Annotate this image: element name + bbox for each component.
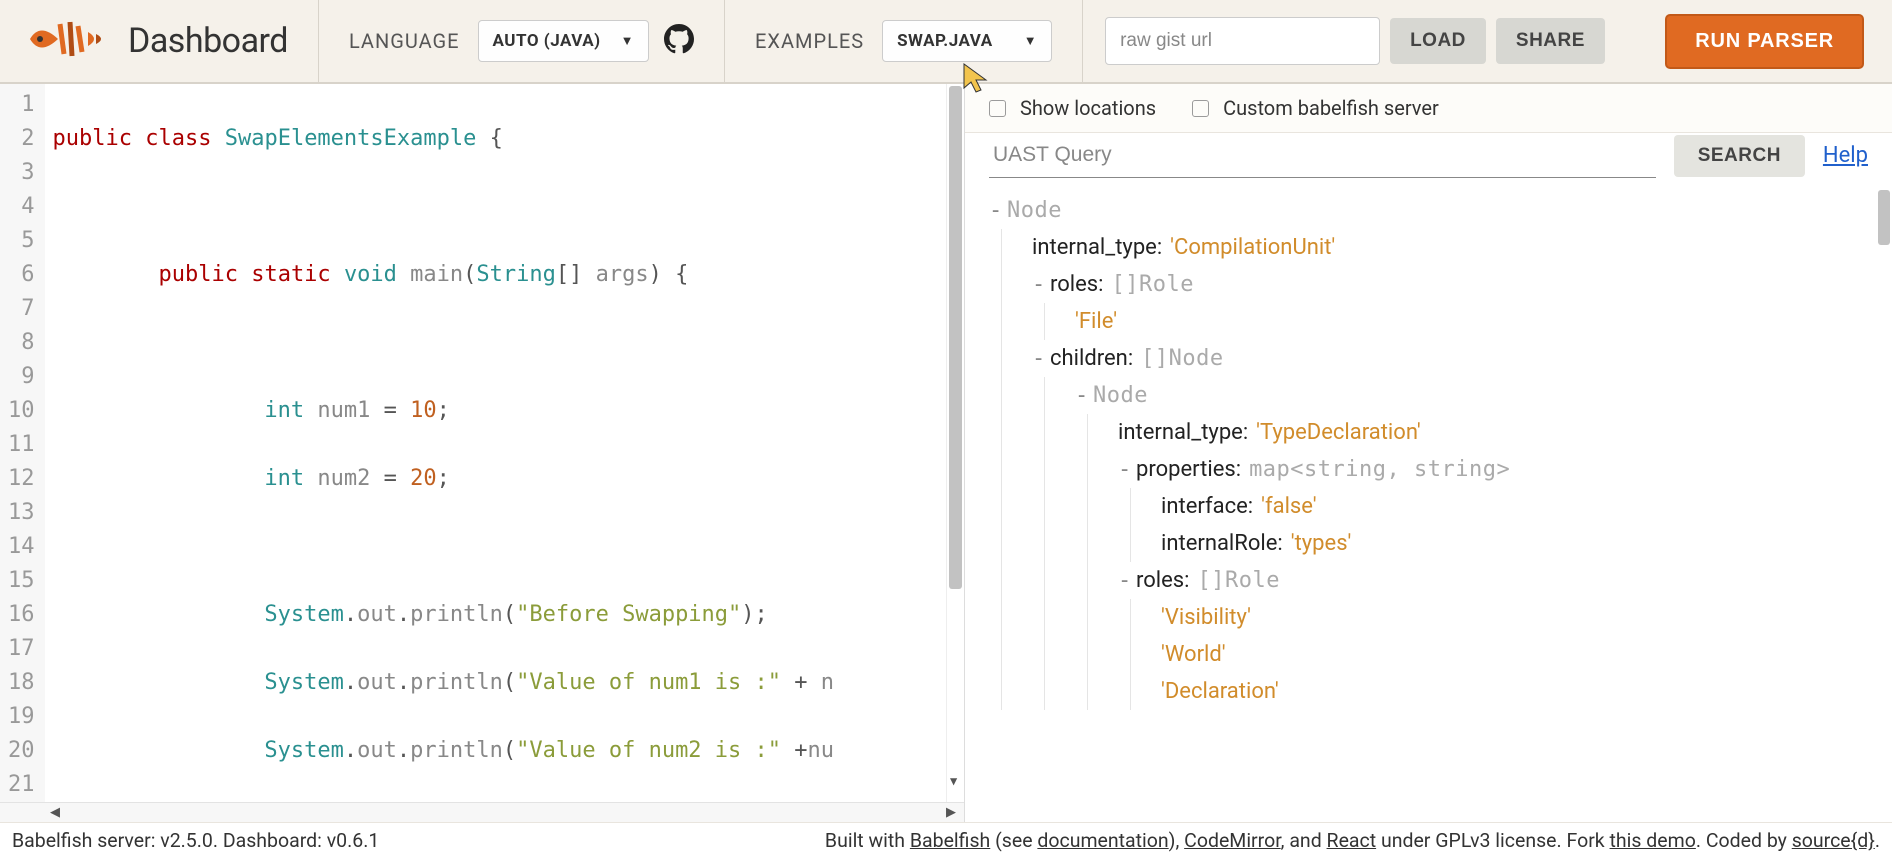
tree-type: []Role [1198, 568, 1280, 593]
options-row: Show locations Custom babelfish server [965, 84, 1892, 133]
code-editor[interactable]: 123456 789101112 131415161718 192021 pub… [0, 84, 964, 802]
footer-credits: Built with Babelfish (see documentation)… [825, 829, 1880, 852]
babelfish-logo-icon [18, 14, 108, 68]
checkbox-icon[interactable] [1192, 100, 1209, 117]
horizontal-scrollbar[interactable]: ◀ ▶ [0, 802, 964, 822]
scroll-right-icon[interactable]: ▶ [946, 805, 956, 820]
codemirror-link[interactable]: CodeMirror [1184, 829, 1281, 852]
vertical-scrollbar[interactable]: ▼ [946, 84, 964, 802]
uast-tree[interactable]: -Node internal_type:'CompilationUnit' -r… [965, 188, 1876, 822]
run-parser-button[interactable]: RUN PARSER [1665, 14, 1864, 69]
code-content[interactable]: public class SwapElementsExample { publi… [45, 84, 947, 802]
logo-section: Dashboard [0, 0, 319, 82]
code-editor-panel: 123456 789101112 131415161718 192021 pub… [0, 84, 965, 822]
app-title: Dashboard [128, 21, 288, 61]
line-gutter: 123456 789101112 131415161718 192021 [0, 84, 45, 802]
this-demo-link[interactable]: this demo [1610, 829, 1696, 852]
load-button[interactable]: LOAD [1390, 18, 1486, 64]
documentation-link[interactable]: documentation [1037, 829, 1168, 852]
header-right: RUN PARSER [1637, 0, 1892, 82]
tree-value: 'types' [1291, 531, 1352, 556]
tree-key: internal_type [1118, 420, 1243, 445]
tree-key: internalRole [1161, 531, 1277, 556]
examples-dropdown[interactable]: SWAP.JAVA ▼ [882, 20, 1052, 62]
tree-key: internal_type [1032, 235, 1157, 260]
tree-vertical-scrollbar[interactable] [1876, 188, 1892, 822]
tree-value: 'Visibility' [1161, 605, 1251, 630]
examples-label: EXAMPLES [755, 29, 864, 53]
tree-value: 'Declaration' [1161, 679, 1279, 704]
gist-url-input[interactable] [1105, 17, 1380, 65]
gist-group: LOAD SHARE [1083, 0, 1635, 82]
show-locations-checkbox[interactable]: Show locations [989, 96, 1156, 120]
search-button[interactable]: SEARCH [1674, 135, 1805, 177]
query-row: SEARCH Help [965, 133, 1892, 188]
examples-dropdown-value: SWAP.JAVA [897, 31, 993, 51]
language-group: LANGUAGE AUTO (JAVA) ▼ [319, 0, 725, 82]
tree-key: children [1050, 346, 1128, 371]
tree-value: 'CompilationUnit' [1170, 235, 1335, 260]
tree-key: roles [1050, 272, 1098, 297]
babelfish-link[interactable]: Babelfish [910, 829, 990, 852]
custom-server-label: Custom babelfish server [1223, 96, 1439, 120]
tree-type: []Node [1141, 346, 1223, 371]
tree-type: map<string, string> [1249, 457, 1510, 482]
language-dropdown-value: AUTO (JAVA) [493, 31, 601, 51]
uast-panel: Show locations Custom babelfish server S… [965, 84, 1892, 822]
scrollbar-thumb[interactable] [949, 86, 962, 589]
footer: Babelfish server: v2.5.0. Dashboard: v0.… [0, 822, 1892, 858]
help-link[interactable]: Help [1823, 143, 1868, 168]
tree-key: properties [1136, 457, 1236, 482]
share-button[interactable]: SHARE [1496, 18, 1605, 64]
react-link[interactable]: React [1327, 829, 1377, 852]
footer-version: Babelfish server: v2.5.0. Dashboard: v0.… [12, 829, 379, 852]
github-icon[interactable] [664, 24, 694, 58]
language-label: LANGUAGE [349, 29, 460, 53]
header: Dashboard LANGUAGE AUTO (JAVA) ▼ EXAMPLE… [0, 0, 1892, 84]
tree-value: 'World' [1161, 642, 1226, 667]
main-content: 123456 789101112 131415161718 192021 pub… [0, 84, 1892, 822]
language-dropdown[interactable]: AUTO (JAVA) ▼ [478, 20, 650, 62]
chevron-down-icon: ▼ [1024, 33, 1037, 49]
scroll-down-icon[interactable]: ▼ [950, 764, 957, 798]
uast-query-input[interactable] [989, 133, 1656, 178]
tree-node-label: Node [1093, 383, 1148, 408]
tree-key: interface [1161, 494, 1248, 519]
custom-server-checkbox[interactable]: Custom babelfish server [1192, 96, 1439, 120]
tree-node-label: Node [1007, 198, 1062, 223]
mouse-cursor-icon [962, 62, 990, 102]
tree-key: roles [1136, 568, 1184, 593]
chevron-down-icon: ▼ [621, 33, 634, 49]
tree-type: []Role [1112, 272, 1194, 297]
examples-group: EXAMPLES SWAP.JAVA ▼ [725, 0, 1083, 82]
tree-value: 'false' [1261, 494, 1317, 519]
tree-container: -Node internal_type:'CompilationUnit' -r… [965, 188, 1892, 822]
scrollbar-thumb[interactable] [1878, 190, 1890, 245]
sourced-link[interactable]: source{d} [1792, 829, 1875, 852]
scroll-left-icon[interactable]: ◀ [50, 805, 60, 820]
show-locations-label: Show locations [1020, 96, 1156, 120]
tree-value: 'File' [1075, 309, 1117, 334]
checkbox-icon[interactable] [989, 100, 1006, 117]
tree-value: 'TypeDeclaration' [1256, 420, 1421, 445]
